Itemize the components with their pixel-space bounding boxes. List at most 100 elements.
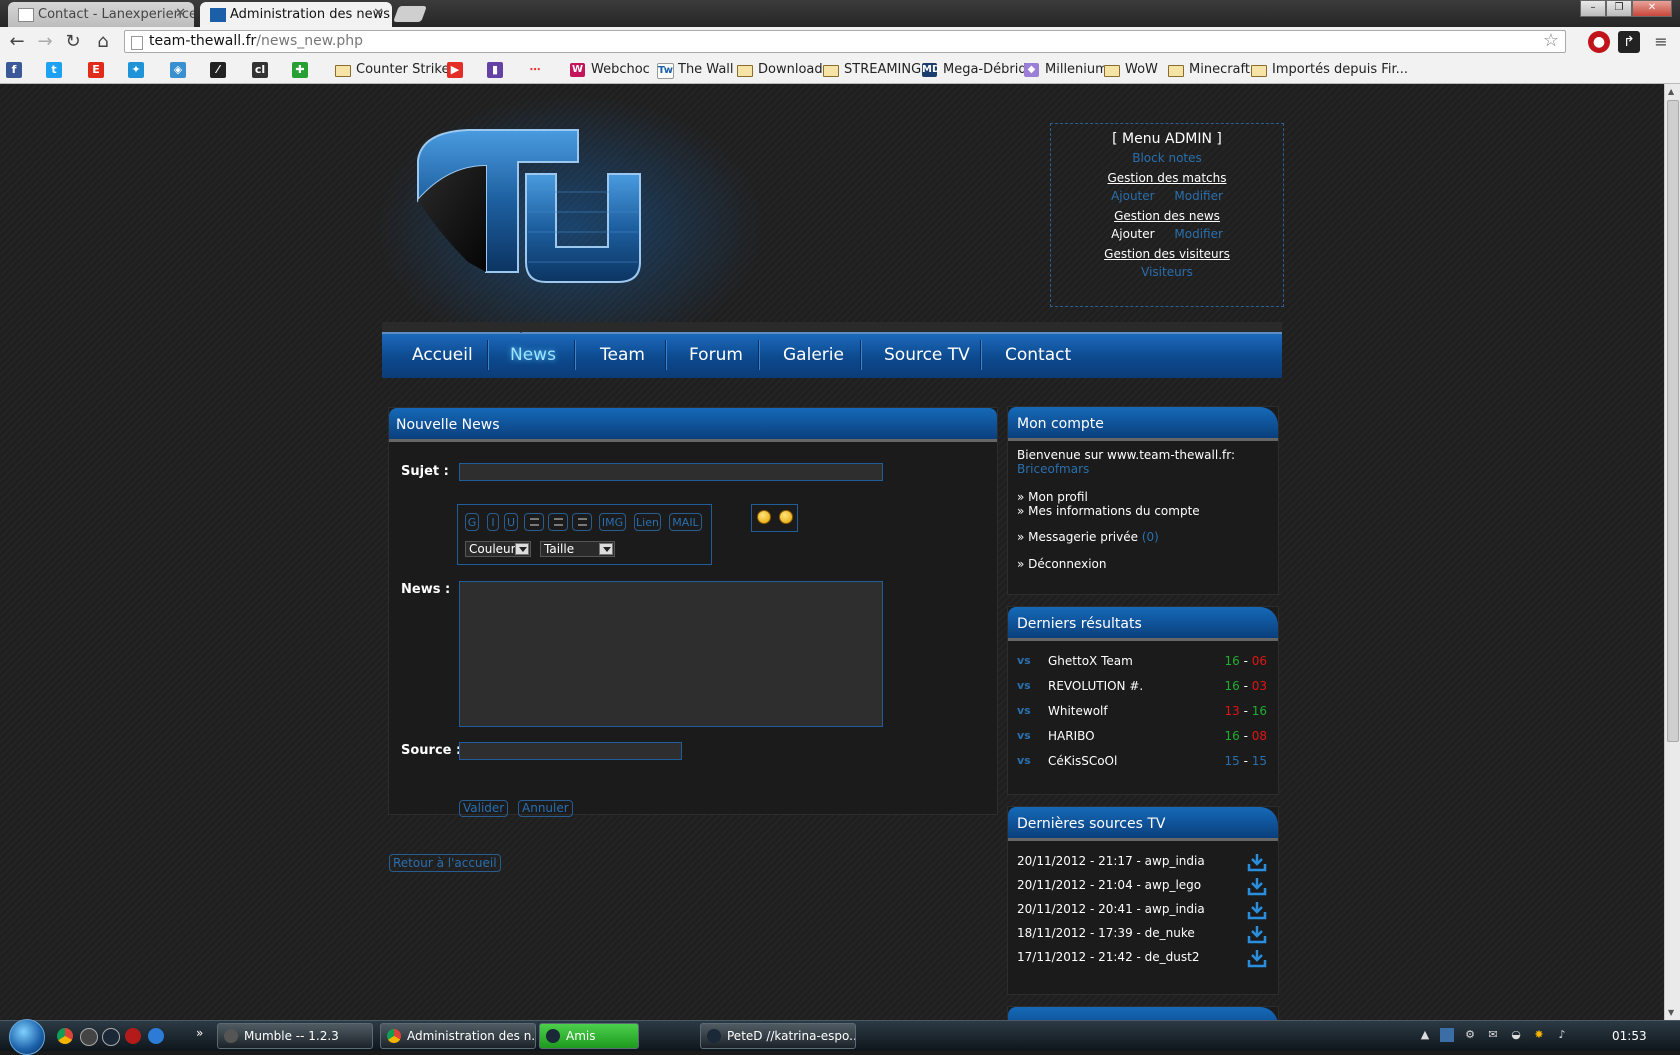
download-icon[interactable] [1247, 876, 1267, 896]
tray-expand-icon[interactable]: ▲ [1418, 1028, 1432, 1042]
steam-quicklaunch-icon[interactable] [102, 1028, 120, 1046]
e-site-icon[interactable]: E [88, 62, 104, 78]
visitors-management-link[interactable]: Gestion des visiteurs [1051, 247, 1283, 261]
scroll-down-icon[interactable]: ▼ [1668, 1008, 1674, 1017]
profile-link[interactable]: » Mon profil [1017, 490, 1088, 504]
tray-volume-icon[interactable]: ♪ [1555, 1028, 1569, 1042]
tab-contact-lanexperience[interactable]: Contact - Lanexperience ✕ [8, 2, 194, 27]
address-bar[interactable]: team-thewall.fr/news_new.php ☆ [124, 30, 1566, 53]
bookmark-star-icon[interactable]: ☆ [1543, 30, 1559, 51]
nav-source-tv[interactable]: Source TV [884, 345, 970, 365]
bookmark-folder-minecraft[interactable]: Minecraft [1168, 62, 1250, 80]
underline-button[interactable]: U [504, 513, 518, 531]
opponent-name[interactable]: CéKisSCoOl [1048, 754, 1117, 768]
nav-accueil[interactable]: Accueil [412, 345, 473, 365]
bookmark-folder-counter-strike[interactable]: Counter Strike [335, 62, 449, 80]
reload-icon[interactable]: ↻ [62, 31, 84, 53]
youtube-icon[interactable]: ▶ [447, 62, 463, 78]
tab-close-icon[interactable]: ✕ [373, 6, 384, 21]
maximize-icon[interactable]: ❐ [1606, 0, 1632, 17]
bold-button[interactable]: G [465, 513, 479, 531]
nav-news[interactable]: News [510, 345, 556, 365]
italic-button[interactable]: I [487, 513, 499, 531]
matches-add-link[interactable]: Ajouter [1111, 189, 1155, 203]
bookmark-webchoc[interactable]: W Webchoc [570, 62, 650, 80]
star-site-icon[interactable]: ✦ [128, 62, 144, 78]
twitter-icon[interactable]: t [46, 62, 62, 78]
facebook-icon[interactable]: f [6, 62, 22, 78]
scrollbar-thumb[interactable] [1667, 100, 1679, 742]
bookmark-folder-download[interactable]: Download [737, 62, 823, 80]
slash-site-icon[interactable]: ⁄ [210, 62, 226, 78]
size-select[interactable]: Taille [540, 541, 615, 557]
source-input[interactable] [460, 743, 681, 759]
bookmark-folder-imported[interactable]: Importés depuis Fir... [1251, 62, 1408, 80]
news-edit-link[interactable]: Modifier [1174, 227, 1223, 241]
forward-arrow-icon[interactable]: → [34, 31, 56, 53]
twitch-icon[interactable]: ▮ [487, 62, 503, 78]
nav-contact[interactable]: Contact [1005, 345, 1071, 365]
nav-galerie[interactable]: Galerie [783, 345, 844, 365]
new-tab-button[interactable] [393, 6, 427, 22]
terminal-site-icon[interactable]: cl [252, 62, 268, 78]
smile-icon[interactable] [757, 510, 771, 524]
nav-team[interactable]: Team [600, 345, 645, 365]
download-icon[interactable] [1247, 900, 1267, 920]
matches-edit-link[interactable]: Modifier [1174, 189, 1223, 203]
tab-administration-des-news[interactable]: Administration des news ✕ [200, 2, 392, 27]
account-info-link[interactable]: » Mes informations du compte [1017, 504, 1200, 518]
opponent-name[interactable]: REVOLUTION #. [1048, 679, 1143, 693]
bookmark-the-wall[interactable]: Tw The Wall [657, 62, 734, 80]
mail-button[interactable]: MAIL [669, 513, 702, 531]
username-link[interactable]: Briceofmars [1017, 462, 1089, 476]
adblock-extension-icon[interactable]: ● [1588, 31, 1610, 53]
back-arrow-icon[interactable]: ← [6, 31, 28, 53]
bookmark-mega-debrid[interactable]: MD Mega-Débrid [922, 62, 1027, 80]
taskbar-chrome-admin-news[interactable]: Administration des n... [380, 1023, 536, 1049]
opponent-name[interactable]: HARIBO [1048, 729, 1095, 743]
news-add-link[interactable]: Ajouter [1111, 227, 1155, 241]
overflow-chevron-icon[interactable]: » [196, 1026, 203, 1040]
green-site-icon[interactable]: ✚ [292, 62, 308, 78]
taskbar-steam-chat[interactable]: PeteD //katrina-espo... [700, 1023, 856, 1049]
bookmark-folder-streaming[interactable]: STREAMING [823, 62, 921, 80]
home-icon[interactable]: ⌂ [92, 31, 114, 53]
minimize-icon[interactable]: – [1580, 0, 1606, 17]
submit-button[interactable]: Valider [459, 800, 509, 817]
taskbar-steam-friends[interactable]: Amis [539, 1023, 639, 1049]
news-management-link[interactable]: Gestion des news [1051, 209, 1283, 223]
bookmark-millenium[interactable]: ◆ Millenium [1024, 62, 1108, 80]
logout-link[interactable]: » Déconnexion [1017, 557, 1106, 571]
mumble-quicklaunch-icon[interactable] [80, 1028, 98, 1046]
color-select[interactable]: Couleur [465, 541, 531, 557]
tray-mail-icon[interactable]: ✉ [1486, 1028, 1500, 1042]
nav-forum[interactable]: Forum [689, 345, 743, 365]
block-notes-link[interactable]: Block notes [1132, 151, 1202, 165]
opponent-name[interactable]: Whitewolf [1048, 704, 1108, 718]
app-quicklaunch-icon[interactable] [125, 1028, 141, 1044]
chrome-quicklaunch-icon[interactable] [57, 1028, 73, 1044]
align-center-button[interactable] [548, 513, 568, 531]
back-to-home-button[interactable]: Retour à l'accueil [389, 854, 501, 872]
subject-input[interactable] [460, 464, 882, 480]
tray-disk-icon[interactable]: ◒ [1509, 1028, 1523, 1042]
image-button[interactable]: IMG [599, 513, 626, 531]
align-right-button[interactable] [572, 513, 592, 531]
taskbar-clock[interactable]: 01:53 [1612, 1029, 1647, 1043]
cancel-button[interactable]: Annuler [518, 800, 573, 817]
window-close-icon[interactable]: ✕ [1632, 0, 1672, 17]
opponent-name[interactable]: GhettoX Team [1048, 654, 1133, 668]
download-icon[interactable] [1247, 924, 1267, 944]
tray-network-icon[interactable]: ✸ [1532, 1028, 1546, 1042]
tray-app-icon[interactable] [1440, 1028, 1454, 1042]
news-textarea[interactable] [460, 582, 882, 726]
link-button[interactable]: Lien [634, 513, 661, 531]
visitors-link[interactable]: Visiteurs [1141, 265, 1193, 279]
bookmark-folder-wow[interactable]: WoW [1104, 62, 1158, 80]
download-icon[interactable] [1247, 852, 1267, 872]
dots-site-icon[interactable]: ⋯ [527, 62, 543, 78]
matches-management-link[interactable]: Gestion des matchs [1051, 171, 1283, 185]
private-messages-link[interactable]: » Messagerie privée (0) [1017, 530, 1159, 544]
tab-close-icon[interactable]: ✕ [175, 6, 186, 21]
extension-arrow-icon[interactable]: ↱ [1618, 31, 1640, 53]
